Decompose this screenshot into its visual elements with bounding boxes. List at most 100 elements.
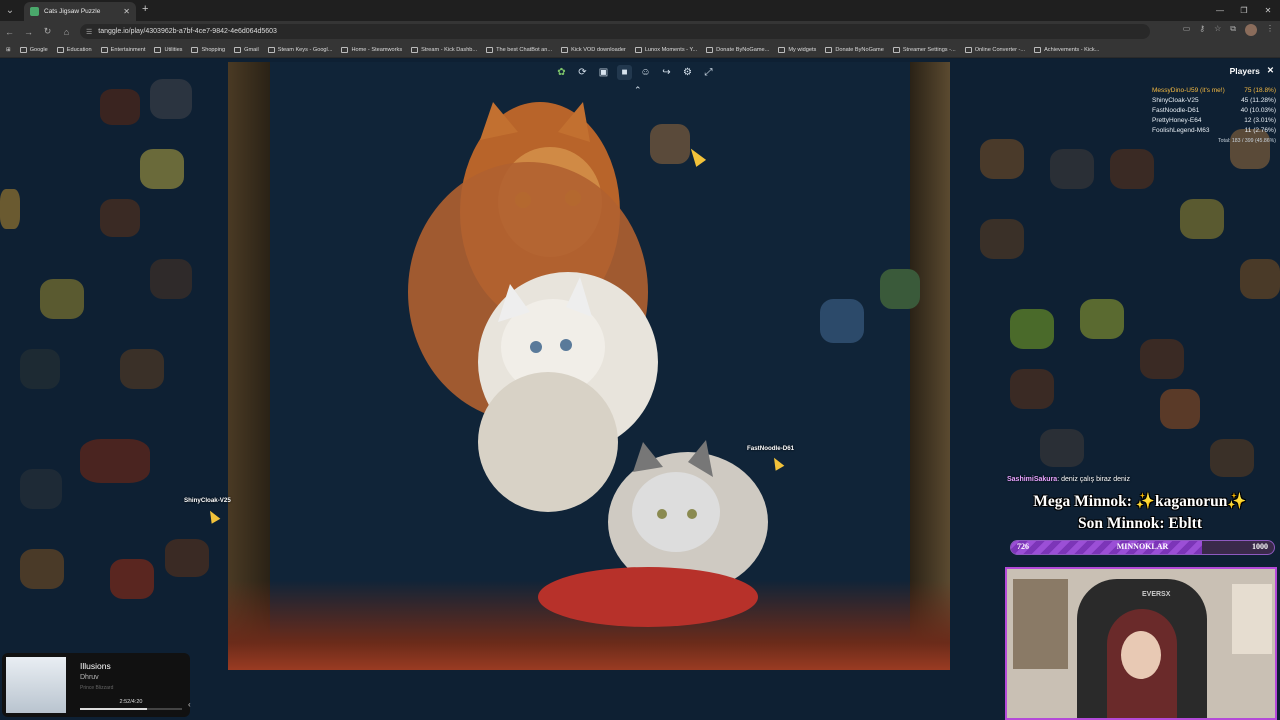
puzzle-piece[interactable]: [150, 259, 192, 299]
image-preview-icon[interactable]: ▣: [596, 65, 611, 80]
players-title: Players: [1229, 65, 1260, 76]
players-close-icon[interactable]: ✕: [1267, 65, 1274, 76]
son-minnok-line: Son Minnok: Ebltt: [1077, 515, 1203, 532]
track-time: 2:52/4:20: [119, 699, 143, 705]
puzzle-piece[interactable]: [40, 279, 84, 319]
url-text: tanggle.io/play/4303962b-a7bf-4ce7-9842-…: [98, 28, 277, 35]
kick-icon: [1034, 46, 1042, 53]
bookmark-item[interactable]: Donate ByNoGame: [825, 46, 884, 53]
bookmark-item[interactable]: Google: [19, 46, 48, 53]
bookmark-item[interactable]: Steam Keys - Googl...: [267, 46, 332, 53]
puzzle-piece[interactable]: [110, 559, 154, 599]
puzzle-piece[interactable]: [1010, 309, 1054, 349]
settings-icon[interactable]: ⚙: [680, 65, 695, 80]
gmail-icon: [234, 46, 242, 53]
bookmark-item[interactable]: Online Converter -...: [964, 46, 1025, 53]
bookmark-item[interactable]: Lunox Moments - Y...: [634, 46, 697, 53]
player-row: FoolishLegend-M63 11 (2.76%): [1152, 127, 1276, 134]
puzzle-piece[interactable]: [1010, 369, 1054, 409]
bookmark-item[interactable]: Education: [56, 46, 92, 53]
fullscreen-icon[interactable]: ⤢: [701, 65, 716, 80]
apps-grid-icon[interactable]: ⊞: [6, 47, 11, 53]
bookmark-item[interactable]: Kick VOD downloader: [561, 46, 626, 53]
tab-search-icon[interactable]: ⌄: [0, 0, 20, 21]
bookmark-item[interactable]: Achievements - Kick...: [1034, 46, 1099, 53]
bookmark-item[interactable]: Stream - Kick Dashb...: [411, 46, 477, 53]
maximize-icon[interactable]: ❐: [1232, 0, 1256, 21]
chevron-up-icon[interactable]: ⌃: [634, 85, 642, 96]
puzzle-piece[interactable]: [120, 349, 164, 389]
puzzle-piece[interactable]: [1240, 259, 1280, 299]
folder-icon: [19, 46, 27, 53]
puzzle-piece[interactable]: [150, 79, 192, 119]
webcam-face: [1121, 631, 1161, 679]
puzzle-piece[interactable]: [880, 269, 920, 309]
puzzle-piece[interactable]: [1080, 299, 1124, 339]
browser-tab[interactable]: Cats Jigsaw Puzzle ✕: [24, 2, 136, 21]
rotate-icon[interactable]: ⟳: [575, 65, 590, 80]
browser-menu-icon[interactable]: ⋮: [1266, 24, 1274, 36]
puzzle-board[interactable]: [228, 62, 950, 670]
bookmark-item[interactable]: Home - Steamworks: [341, 46, 402, 53]
mega-minnok-line: Mega Minnok: ✨kaganorun✨: [1033, 493, 1247, 510]
puzzle-piece[interactable]: [100, 199, 140, 237]
progress-label: MINNOKLAR: [1116, 542, 1169, 551]
puzzle-piece[interactable]: [20, 349, 60, 389]
tab-close-icon[interactable]: ✕: [123, 7, 130, 16]
puzzle-piece[interactable]: [100, 89, 140, 125]
bookmark-item[interactable]: My widgets: [778, 46, 816, 53]
puzzle-piece[interactable]: [20, 469, 62, 509]
track-progress-fill: [80, 708, 148, 710]
bookmark-item[interactable]: Entertainment: [100, 46, 145, 53]
puzzle-piece[interactable]: [80, 439, 150, 483]
converter-icon: [964, 46, 972, 53]
player-cursor-icon: [205, 508, 221, 524]
chevron-left-icon[interactable]: ‹: [188, 700, 191, 709]
chat-message: SashimiSakura: deniz çalış biraz deniz: [1007, 476, 1130, 483]
extensions-icon[interactable]: ⧉: [1230, 24, 1236, 36]
puzzle-piece[interactable]: [980, 139, 1024, 179]
puzzle-piece[interactable]: [650, 124, 690, 164]
puzzle-piece[interactable]: [1040, 429, 1084, 467]
password-key-icon[interactable]: ⚷: [1199, 24, 1205, 36]
puzzle-piece[interactable]: [1160, 389, 1200, 429]
bookmark-item[interactable]: The best ChatBot an...: [486, 46, 552, 53]
bookmark-item[interactable]: Streamer Settings -...: [892, 46, 956, 53]
url-input[interactable]: ☰ tanggle.io/play/4303962b-a7bf-4ce7-984…: [80, 24, 1150, 39]
players-header: Players ✕: [1148, 65, 1280, 76]
bynogame-icon: [825, 46, 833, 53]
players-icon[interactable]: ☺: [638, 65, 653, 80]
puzzle-piece[interactable]: [1050, 149, 1094, 189]
puzzle-piece[interactable]: [1210, 439, 1254, 477]
background-color-icon[interactable]: ■: [617, 65, 632, 80]
window-close-icon[interactable]: ✕: [1256, 0, 1280, 21]
puzzle-canvas[interactable]: ✿ ⟳ ▣ ■ ☺ ↪ ⚙ ⤢ ⌃ Players ✕ MessyDino-U5…: [0, 59, 1280, 720]
puzzle-piece[interactable]: [165, 539, 209, 577]
bookmark-star-icon[interactable]: ☆: [1214, 24, 1221, 36]
minimize-icon[interactable]: —: [1208, 0, 1232, 21]
share-icon[interactable]: ↪: [659, 65, 674, 80]
bookmark-item[interactable]: Gmail: [234, 46, 259, 53]
puzzle-piece[interactable]: [820, 299, 864, 343]
progress-max: 1000: [1252, 542, 1268, 551]
home-icon[interactable]: ⌂: [57, 27, 76, 37]
puzzle-piece[interactable]: [140, 149, 184, 189]
puzzle-piece[interactable]: [20, 549, 64, 589]
bookmark-item[interactable]: Utilities: [154, 46, 182, 53]
bookmark-item[interactable]: Shopping: [191, 46, 225, 53]
puzzle-piece[interactable]: [1180, 199, 1224, 239]
puzzle-piece[interactable]: [1140, 339, 1184, 379]
profile-avatar[interactable]: [1245, 24, 1257, 36]
reload-icon[interactable]: ↻: [38, 26, 57, 37]
back-icon[interactable]: ←: [0, 27, 19, 37]
puzzle-piece[interactable]: [980, 219, 1024, 259]
bookmark-item[interactable]: Donate ByNoGame...: [706, 46, 769, 53]
cast-icon[interactable]: ▭: [1183, 24, 1191, 36]
tab-favicon-icon: [30, 7, 39, 16]
puzzle-piece[interactable]: [0, 189, 20, 229]
site-info-icon[interactable]: ☰: [86, 28, 92, 36]
puzzle-piece[interactable]: [1110, 149, 1154, 189]
puzzle-icon[interactable]: ✿: [554, 65, 569, 80]
forward-icon[interactable]: →: [19, 27, 38, 37]
new-tab-icon[interactable]: +: [142, 3, 148, 15]
